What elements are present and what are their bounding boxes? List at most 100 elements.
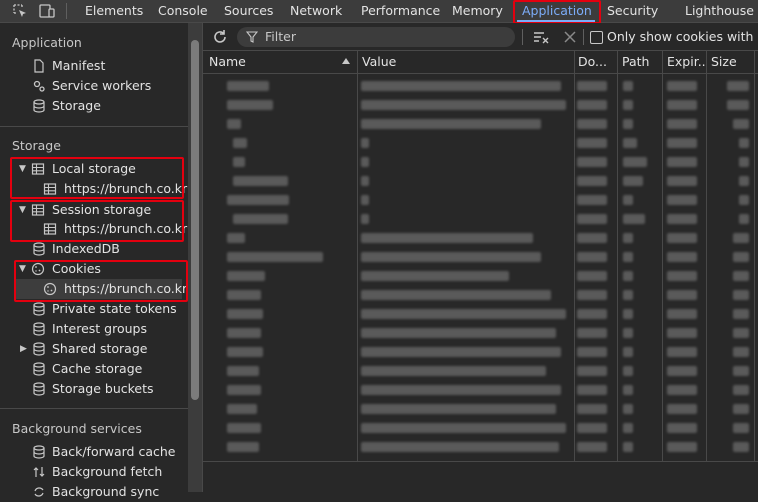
redacted-cell-value xyxy=(733,290,749,300)
sidebar-scrollbar-thumb[interactable] xyxy=(191,40,199,400)
table-row[interactable] xyxy=(203,95,758,115)
sidebar-item-service-workers[interactable]: Service workers xyxy=(0,76,188,96)
redacted-cell-value xyxy=(667,423,697,433)
table-row[interactable] xyxy=(203,380,758,400)
section-divider xyxy=(0,408,188,409)
section-heading-application: Application xyxy=(12,35,82,50)
tab-elements[interactable]: Elements xyxy=(85,0,143,22)
table-row[interactable] xyxy=(203,133,758,153)
device-toolbar-icon[interactable] xyxy=(38,2,56,20)
table-row[interactable] xyxy=(203,114,758,134)
sidebar-item-session-storage[interactable]: ▼ Session storage xyxy=(0,200,188,220)
redacted-cell-value xyxy=(577,233,607,243)
sidebar-item-label: Storage xyxy=(52,98,101,113)
redacted-cell-value xyxy=(361,100,566,110)
tab-memory[interactable]: Memory xyxy=(452,0,503,22)
table-icon xyxy=(43,183,57,195)
table-row[interactable] xyxy=(203,399,758,419)
redacted-cell-value xyxy=(227,423,261,433)
table-row[interactable] xyxy=(203,76,758,96)
redacted-cell-value xyxy=(667,138,697,148)
column-header-name[interactable]: Name xyxy=(209,51,339,73)
redacted-cell-value xyxy=(227,442,259,452)
table-row[interactable] xyxy=(203,437,758,457)
column-header-path[interactable]: Path xyxy=(622,51,660,73)
table-row[interactable] xyxy=(203,152,758,172)
table-row[interactable] xyxy=(203,190,758,210)
table-row[interactable] xyxy=(203,285,758,305)
sidebar-item-interest-groups[interactable]: Interest groups xyxy=(0,319,188,339)
table-row[interactable] xyxy=(203,304,758,324)
sidebar-item-manifest[interactable]: Manifest xyxy=(0,56,188,76)
sidebar-item-cookies[interactable]: ▼ Cookies xyxy=(0,259,188,279)
table-row[interactable] xyxy=(203,171,758,191)
table-row[interactable] xyxy=(203,361,758,381)
column-header-domain[interactable]: Do... xyxy=(578,51,614,73)
sidebar-item-background-sync[interactable]: Background sync xyxy=(0,482,188,502)
sidebar-item-local-storage-origin[interactable]: https://brunch.co.kr xyxy=(0,179,188,199)
redacted-cell-value xyxy=(733,271,749,281)
redacted-cell-value xyxy=(361,233,533,243)
section-heading-background-services: Background services xyxy=(12,421,142,436)
clear-filtered-icon[interactable] xyxy=(532,28,550,46)
redacted-cell-value xyxy=(667,214,697,224)
redacted-cell-value xyxy=(227,290,261,300)
tab-sources[interactable]: Sources xyxy=(224,0,273,22)
tab-console[interactable]: Console xyxy=(158,0,208,22)
tab-lighthouse[interactable]: Lighthouse xyxy=(685,0,754,22)
column-header-size[interactable]: Size xyxy=(711,51,751,73)
table-row[interactable] xyxy=(203,418,758,438)
redacted-cell-value xyxy=(577,81,607,91)
table-row[interactable] xyxy=(203,228,758,248)
sidebar-item-shared-storage[interactable]: ▶ Shared storage xyxy=(0,339,188,359)
refresh-icon[interactable] xyxy=(211,28,229,46)
close-icon[interactable] xyxy=(562,29,578,45)
database-icon xyxy=(33,302,45,316)
table-row[interactable] xyxy=(203,323,758,343)
filter-placeholder: Filter xyxy=(265,29,296,44)
expand-arrow-icon[interactable]: ▶ xyxy=(20,339,27,359)
sidebar-item-local-storage[interactable]: ▼ Local storage xyxy=(0,159,188,179)
column-header-value[interactable]: Value xyxy=(362,51,562,73)
redacted-cell-value xyxy=(623,100,633,110)
only-show-cookies-checkbox[interactable] xyxy=(590,31,603,44)
table-row[interactable] xyxy=(203,247,758,267)
sidebar-item-cache-storage[interactable]: Cache storage xyxy=(0,359,188,379)
redacted-cell-value xyxy=(667,233,697,243)
sidebar-item-cookies-origin[interactable]: https://brunch.co.kr xyxy=(14,279,187,299)
sidebar-item-background-fetch[interactable]: Background fetch xyxy=(0,462,188,482)
redacted-cell-value xyxy=(227,328,261,338)
section-heading-storage: Storage xyxy=(12,138,61,153)
sidebar-item-back-forward-cache[interactable]: Back/forward cache xyxy=(0,442,188,462)
redacted-cell-value xyxy=(233,157,245,167)
redacted-cell-value xyxy=(623,233,633,243)
redacted-cell-value xyxy=(733,366,749,376)
redacted-cell-value xyxy=(623,81,633,91)
redacted-cell-value xyxy=(361,385,561,395)
sidebar-item-storage-buckets[interactable]: Storage buckets xyxy=(0,379,188,399)
sidebar-item-session-storage-origin[interactable]: https://brunch.co.kr xyxy=(0,219,188,239)
redacted-cell-value xyxy=(623,176,643,186)
table-row[interactable] xyxy=(203,342,758,362)
redacted-cell-value xyxy=(361,252,541,262)
column-header-expires[interactable]: Expir... xyxy=(667,51,707,73)
redacted-cell-value xyxy=(227,100,273,110)
sidebar-item-storage[interactable]: Storage xyxy=(0,96,188,116)
expand-arrow-icon[interactable]: ▼ xyxy=(19,200,26,220)
inspect-element-icon[interactable] xyxy=(11,2,29,20)
sidebar-item-private-state-tokens[interactable]: Private state tokens xyxy=(0,299,188,319)
sidebar-item-indexeddb[interactable]: IndexedDB xyxy=(0,239,188,259)
tab-network[interactable]: Network xyxy=(290,0,342,22)
expand-arrow-icon[interactable]: ▼ xyxy=(19,159,26,179)
tab-application[interactable]: Application xyxy=(522,0,592,22)
redacted-cell-value xyxy=(577,195,607,205)
tab-performance[interactable]: Performance xyxy=(361,0,440,22)
sidebar-item-label: https://brunch.co.kr xyxy=(64,181,188,196)
redacted-cell-value xyxy=(667,119,697,129)
table-row[interactable] xyxy=(203,209,758,229)
redacted-cell-value xyxy=(727,100,749,110)
table-row[interactable] xyxy=(203,266,758,286)
tab-security[interactable]: Security xyxy=(607,0,658,22)
toolbar-separator xyxy=(583,29,584,45)
expand-arrow-icon[interactable]: ▼ xyxy=(19,259,26,279)
